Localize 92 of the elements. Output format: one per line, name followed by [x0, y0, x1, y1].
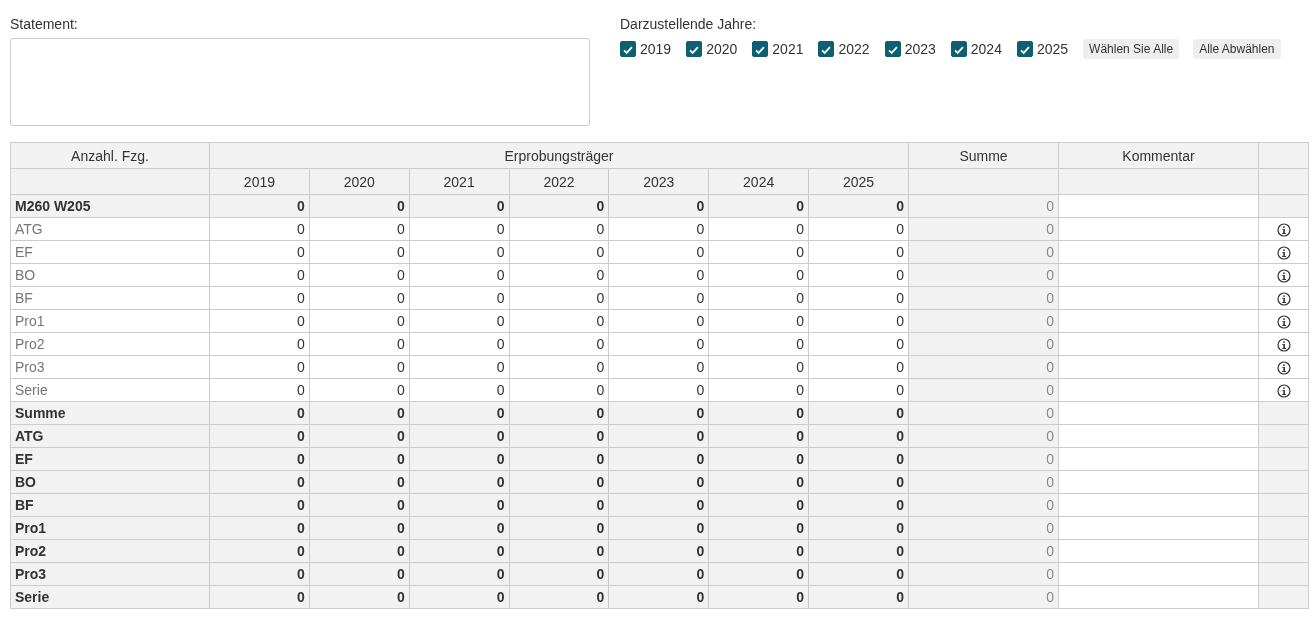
year-checkbox[interactable] [818, 41, 835, 57]
row-label: Pro3 [10, 355, 210, 379]
year-label: 2022 [838, 41, 870, 57]
row-label: Pro3 [10, 562, 210, 586]
info-icon[interactable] [1276, 338, 1291, 353]
sum-cell: 0 [908, 240, 1059, 264]
row-label: M260 W205 [10, 194, 210, 218]
info-icon[interactable] [1276, 246, 1291, 261]
info-icon[interactable] [1276, 292, 1291, 307]
sum-cell: 0 [908, 470, 1059, 494]
comment-field[interactable] [1058, 539, 1259, 563]
statement-field[interactable] [10, 38, 590, 126]
column-header: 2023 [608, 168, 709, 195]
sum-cell: 0 [908, 286, 1059, 310]
row-label: Pro2 [10, 539, 210, 563]
comment-field[interactable] [1058, 378, 1259, 402]
column-header: Summe [908, 142, 1059, 169]
comment-field[interactable] [1058, 493, 1259, 517]
comment-field[interactable] [1058, 401, 1259, 425]
column-header: 2021 [409, 168, 510, 195]
year-label: 2021 [772, 41, 804, 57]
sum-cell: 0 [908, 424, 1059, 448]
info-icon[interactable] [1276, 361, 1291, 376]
column-header: 2019 [209, 168, 310, 195]
comment-field[interactable] [1058, 447, 1259, 471]
sum-cell: 0 [908, 217, 1059, 241]
year-label: 2023 [904, 41, 936, 57]
deselect-all-button[interactable]: Alle Abwählen [1193, 39, 1281, 59]
info-icon[interactable] [1276, 384, 1291, 399]
sum-cell: 0 [908, 585, 1059, 609]
comment-field[interactable] [1058, 217, 1259, 241]
sum-cell: 0 [908, 562, 1059, 586]
sum-cell: 0 [908, 493, 1059, 517]
sum-cell: 0 [908, 378, 1059, 402]
column-header: Kommentar [1058, 142, 1259, 169]
row-label: Serie [10, 378, 210, 402]
comment-field[interactable] [1058, 562, 1259, 586]
select-all-button[interactable]: Wählen Sie Alle [1083, 39, 1180, 59]
year-checkbox[interactable] [620, 41, 636, 57]
sum-cell: 0 [908, 516, 1059, 540]
statement-label: Statement: [10, 15, 79, 33]
row-label: Pro1 [10, 309, 210, 333]
sum-cell: 0 [908, 539, 1059, 563]
row-label: Pro2 [10, 332, 210, 356]
row-label: BF [10, 286, 210, 310]
column-header: Anzahl. Fzg. [10, 142, 210, 169]
comment-field[interactable] [1058, 332, 1259, 356]
info-icon[interactable] [1276, 223, 1291, 238]
column-header: 2024 [708, 168, 809, 195]
row-label: BO [10, 263, 210, 287]
comment-field[interactable] [1058, 585, 1259, 609]
year-checkbox[interactable] [686, 41, 703, 57]
sum-cell: 0 [908, 447, 1059, 471]
year-label: 2025 [1036, 41, 1069, 57]
comment-field[interactable] [1058, 194, 1259, 218]
year-checkbox[interactable] [884, 41, 901, 57]
comment-field[interactable] [1058, 309, 1259, 333]
column-header: Erprobungsträger [209, 142, 909, 169]
row-label: ATG [10, 424, 210, 448]
row-label: Summe [10, 401, 210, 425]
comment-field[interactable] [1058, 286, 1259, 310]
year-checkbox[interactable] [1016, 41, 1033, 57]
column-header: 2020 [309, 168, 410, 195]
row-label: ATG [10, 217, 210, 241]
year-label: 2020 [706, 41, 738, 57]
comment-field[interactable] [1058, 424, 1259, 448]
column-header: 2025 [808, 168, 909, 195]
info-icon[interactable] [1276, 269, 1291, 284]
years-label: Darzustellende Jahre: [620, 15, 758, 33]
comment-field[interactable] [1058, 355, 1259, 379]
year-checkbox[interactable] [752, 41, 769, 57]
column-header: 2022 [509, 168, 609, 195]
row-label: EF [10, 240, 210, 264]
info-icon[interactable] [1276, 315, 1291, 330]
comment-field[interactable] [1058, 240, 1259, 264]
comment-field[interactable] [1058, 470, 1259, 494]
sum-cell: 0 [908, 309, 1059, 333]
comment-field[interactable] [1058, 516, 1259, 540]
sum-cell: 0 [908, 332, 1059, 356]
row-label: Pro1 [10, 516, 210, 540]
row-label: BO [10, 470, 210, 494]
sum-cell: 0 [908, 355, 1059, 379]
year-label: 2024 [970, 41, 1002, 57]
row-label: BF [10, 493, 210, 517]
sum-cell: 0 [908, 194, 1059, 218]
comment-field[interactable] [1058, 263, 1259, 287]
sum-cell: 0 [908, 401, 1059, 425]
row-label: Serie [10, 585, 210, 609]
row-label: EF [10, 447, 210, 471]
year-checkbox[interactable] [950, 41, 967, 57]
year-label: 2019 [640, 41, 672, 57]
sum-cell: 0 [908, 263, 1059, 287]
